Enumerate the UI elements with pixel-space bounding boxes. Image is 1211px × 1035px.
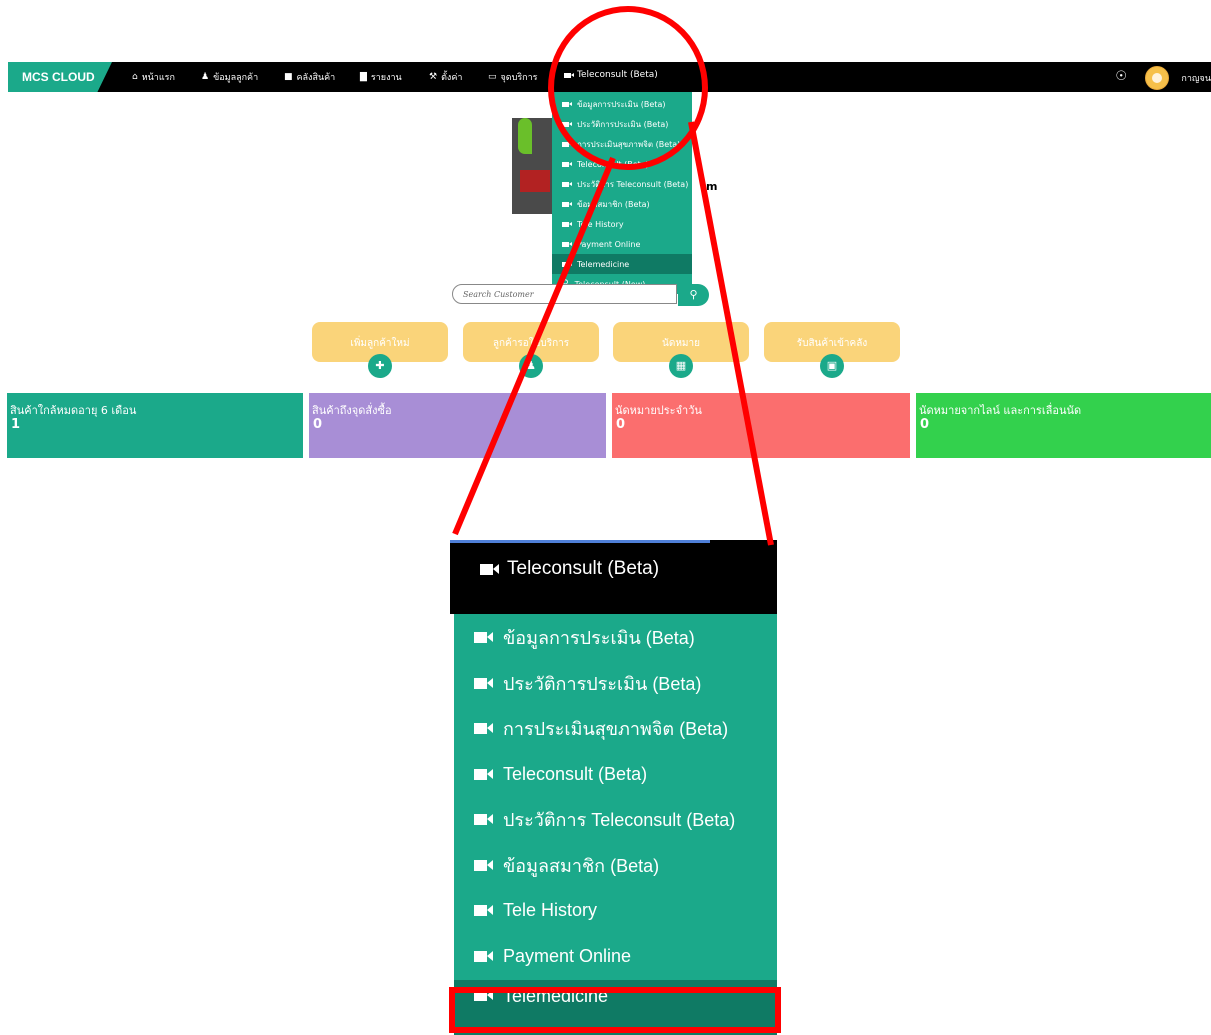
highlight-circle xyxy=(548,6,708,170)
callout-line-left xyxy=(452,156,616,536)
highlight-rectangle xyxy=(449,987,781,1033)
callout-line-right xyxy=(688,121,774,546)
